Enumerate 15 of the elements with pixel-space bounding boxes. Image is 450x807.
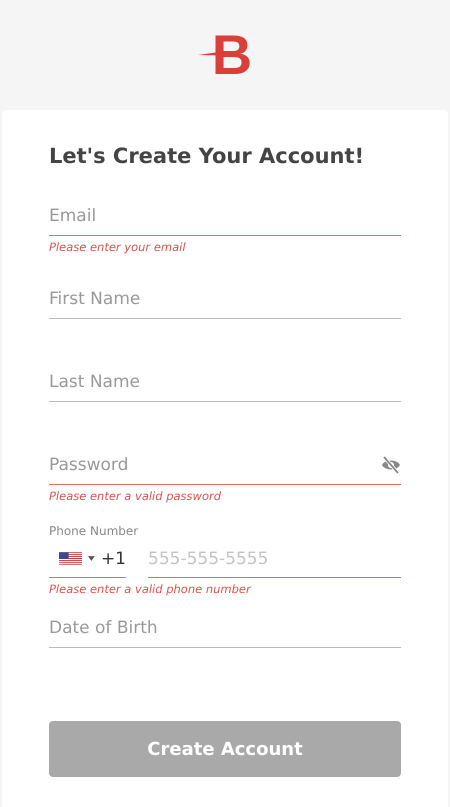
- flag-icon: [59, 552, 82, 566]
- logo: B: [198, 27, 252, 83]
- text-field[interactable]: Last Name: [49, 362, 401, 402]
- text-field[interactable]: Email: [49, 196, 401, 236]
- form-title: Let's Create Your Account!: [49, 144, 366, 168]
- field-label: Phone Number: [49, 524, 140, 538]
- error-message: Please enter your email: [49, 240, 187, 254]
- text-field[interactable]: First Name: [49, 279, 401, 319]
- caret-icon: [88, 556, 95, 561]
- phone-field[interactable]: 555-555-5555: [148, 540, 401, 578]
- error-message: Please enter a valid phone number: [49, 582, 252, 596]
- error-message: Please enter a valid password: [49, 489, 222, 503]
- text-field[interactable]: Date of Birth: [49, 608, 401, 648]
- eye-slash-icon[interactable]: [381, 456, 401, 474]
- country-code-selector[interactable]: +1: [49, 540, 126, 578]
